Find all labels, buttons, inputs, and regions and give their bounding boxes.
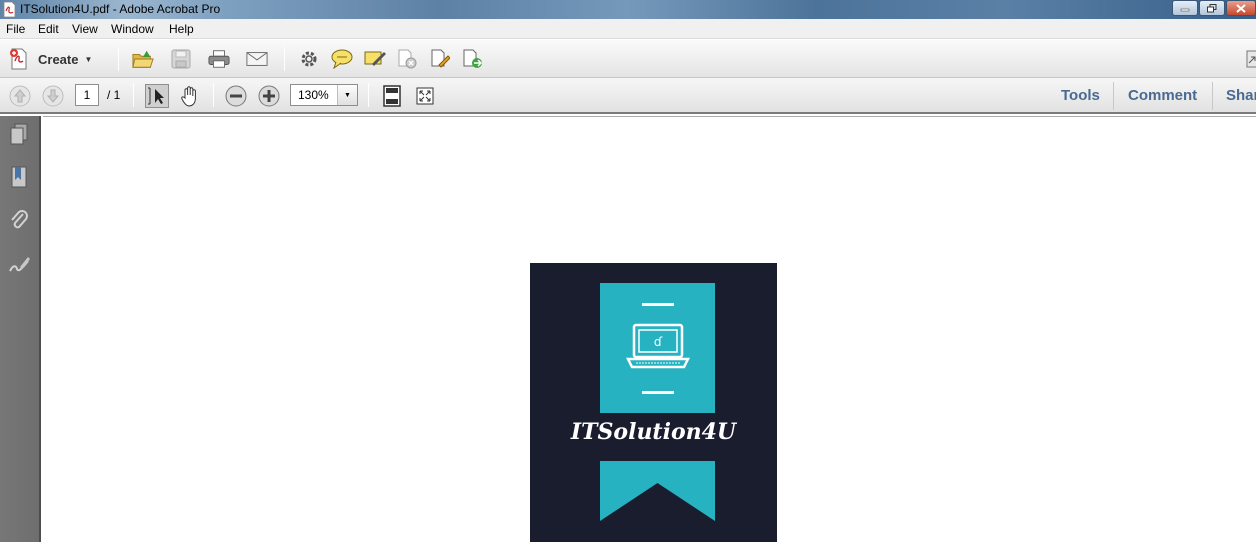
zoom-in-button[interactable] (257, 84, 281, 108)
toolbar-divider (368, 83, 369, 107)
window-title: ITSolution4U.pdf - Adobe Acrobat Pro (20, 2, 221, 16)
restore-icon (1207, 3, 1217, 12)
toolbar-divider (284, 47, 285, 71)
highlighter-icon (364, 51, 386, 66)
share-pane-link[interactable]: Shar (1226, 87, 1256, 104)
laptop-icon: ɗ (626, 323, 690, 369)
next-page-button[interactable] (41, 84, 65, 108)
reject-button[interactable] (396, 48, 418, 70)
page-count: / 1 (107, 88, 121, 102)
chevron-down-icon: ▼ (84, 54, 93, 64)
page-number-input[interactable]: 1 (75, 84, 99, 106)
export-button[interactable] (462, 48, 484, 70)
create-label: Create (38, 51, 79, 67)
gear-icon (301, 51, 317, 67)
full-screen-button[interactable] (413, 84, 437, 108)
navigation-toolbar: 1 / 1 130% ▼ Tools Comment Sha (0, 78, 1256, 114)
zoom-select[interactable]: 130% ▼ (290, 84, 358, 106)
pages-icon (10, 123, 28, 145)
logo-bar-top (642, 303, 674, 306)
hand-icon (181, 86, 196, 107)
zoom-out-button[interactable] (224, 84, 248, 108)
menu-view[interactable]: View (72, 22, 98, 36)
pdf-file-icon (3, 2, 16, 17)
open-button[interactable] (132, 48, 154, 70)
sign-button[interactable] (429, 48, 451, 70)
document-export-icon (463, 49, 483, 68)
toolbar-divider (133, 83, 134, 107)
save-button[interactable] (170, 48, 192, 70)
arrow-down-icon (42, 85, 64, 107)
open-folder-icon (132, 50, 154, 68)
toolbar-divider (213, 83, 214, 107)
comment-button[interactable] (331, 48, 353, 70)
menu-bar: File Edit View Window Help (0, 19, 1256, 39)
minimize-button[interactable] (1172, 0, 1198, 16)
select-tool-button[interactable] (145, 84, 169, 108)
restore-button[interactable] (1199, 0, 1225, 16)
paperclip-icon (11, 210, 28, 229)
toolbar-divider (118, 47, 119, 71)
cursor-select-icon (148, 87, 164, 105)
highlight-button[interactable] (364, 48, 386, 70)
close-icon (1236, 3, 1246, 13)
chevron-down-icon[interactable]: ▼ (337, 85, 357, 105)
minus-circle-icon (225, 85, 247, 107)
title-bar: ITSolution4U.pdf - Adobe Acrobat Pro (0, 0, 1256, 19)
navigation-pane (0, 116, 41, 542)
email-button[interactable] (246, 48, 268, 70)
document-view[interactable]: ɗ ITSolution4U (43, 116, 1256, 542)
envelope-icon (246, 52, 268, 66)
logo-brand-text: ITSolution4U (570, 419, 737, 445)
signatures-button[interactable] (6, 252, 32, 278)
page-thumbnails-button[interactable] (6, 122, 32, 148)
printer-icon (208, 50, 230, 68)
pane-divider (1113, 82, 1114, 110)
arrow-up-icon (9, 85, 31, 107)
minimize-icon (1180, 8, 1190, 12)
expand-icon (416, 87, 434, 105)
itsolution4u-logo: ɗ ITSolution4U (530, 263, 777, 542)
window-arrow-icon (1246, 50, 1256, 68)
close-button[interactable] (1226, 0, 1256, 16)
zoom-value: 130% (298, 88, 329, 102)
signature-pen-icon (9, 257, 30, 272)
hand-tool-button[interactable] (178, 84, 202, 108)
menu-file[interactable]: File (6, 22, 25, 36)
logo-panel: ɗ (600, 283, 715, 413)
attachments-button[interactable] (6, 208, 32, 234)
pane-divider (1212, 82, 1213, 110)
menu-help[interactable]: Help (169, 22, 194, 36)
bookmarks-button[interactable] (6, 165, 32, 191)
print-button[interactable] (208, 48, 230, 70)
fit-page-icon (383, 85, 401, 107)
create-pdf-icon (10, 48, 27, 70)
fit-page-button[interactable] (380, 84, 404, 108)
document-reject-icon (398, 49, 417, 69)
speech-bubble-icon (331, 49, 353, 69)
main-toolbar: Create ▼ (0, 40, 1256, 78)
share-window-button[interactable] (1240, 48, 1256, 70)
bookmark-icon (11, 166, 27, 188)
ribbon-icon (600, 461, 715, 521)
svg-text:ɗ: ɗ (654, 335, 663, 349)
tools-pane-link[interactable]: Tools (1061, 87, 1100, 104)
save-disk-icon (171, 49, 191, 69)
plus-circle-icon (258, 85, 280, 107)
comment-pane-link[interactable]: Comment (1128, 87, 1197, 104)
menu-window[interactable]: Window (111, 22, 154, 36)
settings-button[interactable] (298, 48, 320, 70)
create-button[interactable]: Create ▼ (8, 48, 92, 70)
menu-edit[interactable]: Edit (38, 22, 59, 36)
document-sign-icon (431, 49, 450, 68)
previous-page-button[interactable] (8, 84, 32, 108)
logo-bar-bottom (642, 391, 674, 394)
